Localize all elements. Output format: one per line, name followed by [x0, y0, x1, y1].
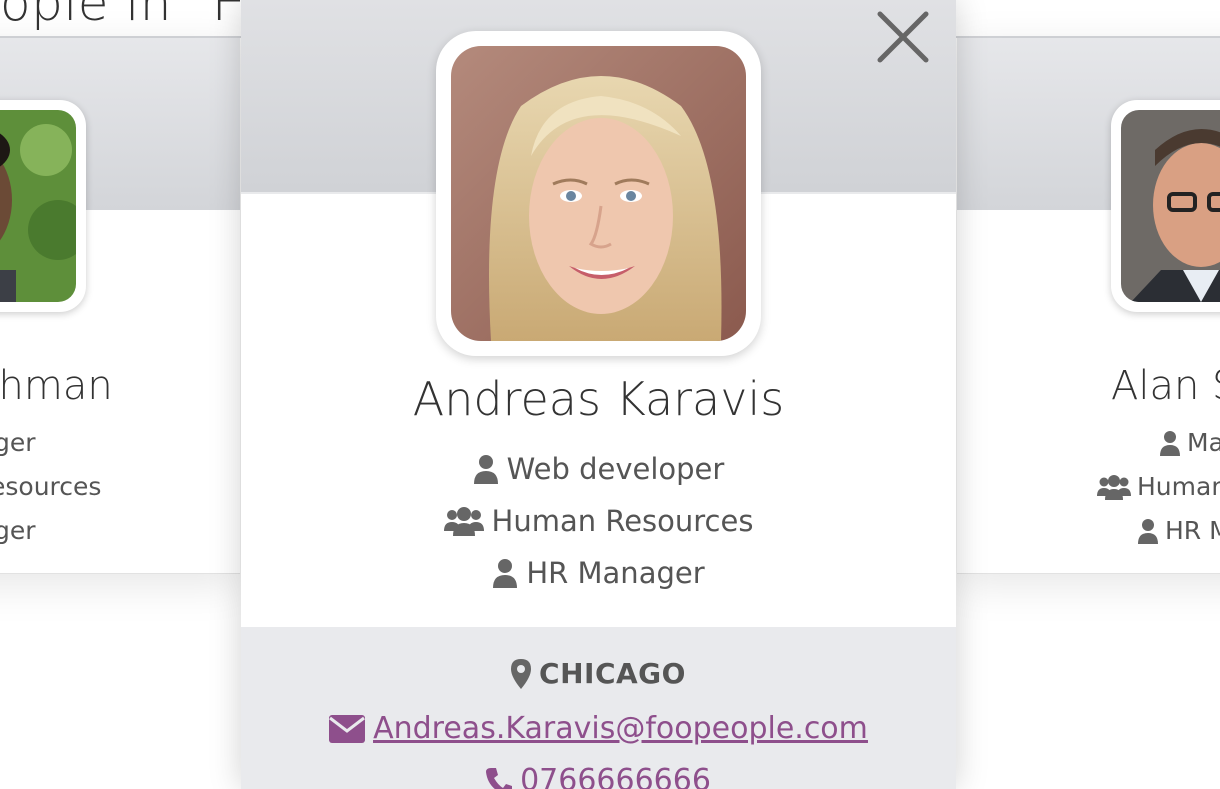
job-title-row: Web developer — [241, 452, 956, 486]
person-job: ger — [0, 428, 36, 457]
person-manager: HR M — [1137, 516, 1220, 545]
person-name: Alan Si — [1111, 363, 1220, 409]
users-icon — [443, 507, 484, 536]
person-department: esources — [0, 472, 102, 501]
person-name: Andreas Karavis — [412, 372, 785, 426]
people-directory-view: ople in "Hu achman ger esources ger — [0, 0, 1220, 789]
person-manager-text: HR M — [1165, 516, 1220, 545]
person-photo — [1121, 110, 1220, 302]
page-heading-container: ople in "Hu — [0, 0, 240, 30]
person-department: Human — [1097, 472, 1220, 501]
email-link[interactable]: Andreas.Karavis@foopeople.com — [241, 711, 956, 746]
phone-link[interactable]: 0766666666 — [241, 763, 956, 789]
location-row: CHICAGO — [241, 657, 956, 690]
phone-icon — [486, 767, 513, 789]
email-text[interactable]: Andreas.Karavis@foopeople.com — [373, 711, 868, 746]
person-photo-frame — [1111, 100, 1220, 312]
person-card-right[interactable]: Alan Si Ma Human HR M — [957, 38, 1220, 574]
profile-photo — [451, 46, 746, 341]
person-manager: ger — [0, 516, 36, 545]
person-job-text: Ma — [1187, 428, 1220, 457]
card-divider — [957, 573, 1220, 574]
person-job: Ma — [1159, 428, 1220, 457]
person-photo-frame — [0, 100, 86, 312]
person-card-left[interactable]: achman ger esources ger — [0, 38, 240, 574]
page-heading: ople in "Hu — [0, 0, 240, 30]
person-photo — [0, 110, 76, 302]
card-divider — [0, 573, 240, 574]
users-icon — [1097, 474, 1131, 500]
job-title-text: Web developer — [506, 452, 725, 486]
user-icon — [493, 559, 518, 588]
envelope-icon — [329, 714, 366, 743]
department-text: Human Resources — [491, 504, 754, 538]
location-text: CHICAGO — [539, 657, 686, 690]
person-name: achman — [0, 363, 113, 409]
map-marker-icon — [511, 658, 532, 689]
manager-row: HR Manager — [241, 556, 956, 590]
person-detail-modal: Andreas Karavis Web developer Human Reso… — [241, 0, 956, 789]
close-icon[interactable] — [876, 10, 930, 64]
profile-photo-frame — [436, 31, 761, 356]
phone-text[interactable]: 0766666666 — [520, 763, 711, 789]
department-row: Human Resources — [241, 504, 956, 538]
manager-text: HR Manager — [526, 556, 705, 590]
contact-section: CHICAGO Andreas.Karavis@foopeople.com 07… — [241, 627, 956, 789]
user-icon — [1138, 518, 1158, 544]
person-department-text: Human — [1137, 472, 1220, 501]
user-icon — [1160, 430, 1180, 456]
user-icon — [473, 455, 498, 484]
